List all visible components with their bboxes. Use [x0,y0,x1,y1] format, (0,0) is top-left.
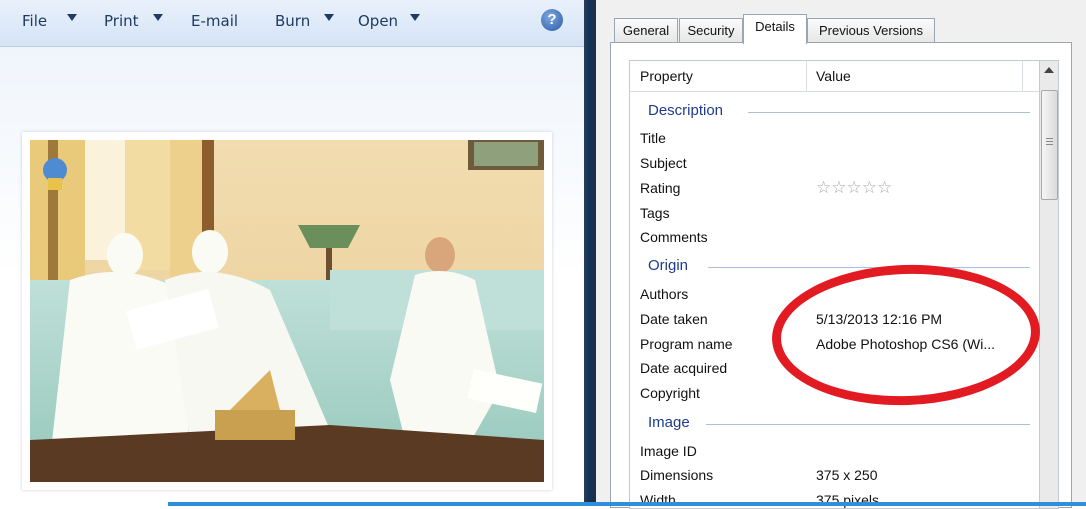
tab-previous-versions[interactable]: Previous Versions [807,18,935,43]
accent-strip [168,502,1086,506]
property-date-taken-label: Date taken [640,311,708,327]
property-dimensions-label: Dimensions [640,467,714,483]
photo-viewer-window: File Print E-mail Burn Open ? [0,0,584,506]
property-rating-label: Rating [640,180,681,196]
help-icon[interactable]: ? [541,9,563,31]
property-subject-label: Subject [640,155,687,171]
column-separator[interactable] [806,61,807,91]
group-divider [748,112,1030,113]
photo-frame [22,132,552,490]
tab-details[interactable]: Details [743,14,807,44]
property-program-name-label: Program name [640,336,733,352]
property-image-id-label: Image ID [640,443,697,459]
viewer-toolbar: File Print E-mail Burn Open ? [0,0,584,47]
open-menu-button[interactable]: Open [358,12,398,30]
properties-dialog: General Security Details Previous Versio… [596,0,1086,509]
rating-stars-icon[interactable]: ☆☆☆☆☆ [816,178,892,198]
group-divider [706,424,1030,425]
property-column-header[interactable]: Property [640,68,693,84]
scroll-up-arrow-icon[interactable] [1044,67,1054,73]
property-tags-label: Tags [640,205,670,221]
property-comments-label: Comments [640,229,708,245]
property-dimensions-value[interactable]: 375 x 250 [816,467,878,483]
property-title-label: Title [640,130,666,146]
column-separator[interactable] [1022,61,1023,91]
print-menu-button[interactable]: Print [104,12,139,30]
vertical-scrollbar[interactable] [1039,60,1059,509]
grip-icon [1046,141,1053,142]
burn-menu-button[interactable]: Burn [275,12,310,30]
window-divider [584,0,596,506]
open-dropdown-arrow-icon[interactable] [410,14,420,21]
file-menu-button[interactable]: File [22,12,47,30]
property-copyright-label: Copyright [640,385,700,401]
value-column-header[interactable]: Value [816,68,851,84]
file-dropdown-arrow-icon[interactable] [67,14,77,21]
meeting-photo [30,140,544,482]
group-header-description[interactable]: Description [648,102,723,119]
group-header-origin[interactable]: Origin [648,257,688,274]
email-button[interactable]: E-mail [191,12,238,30]
group-header-image[interactable]: Image [648,414,690,431]
print-dropdown-arrow-icon[interactable] [153,14,163,21]
property-authors-label: Authors [640,286,689,302]
list-header: Property Value [630,61,1040,92]
tab-general[interactable]: General [614,18,678,43]
burn-dropdown-arrow-icon[interactable] [324,14,334,21]
property-date-acquired-label: Date acquired [640,360,728,376]
scrollbar-thumb[interactable] [1041,90,1058,200]
tab-security[interactable]: Security [679,18,743,43]
